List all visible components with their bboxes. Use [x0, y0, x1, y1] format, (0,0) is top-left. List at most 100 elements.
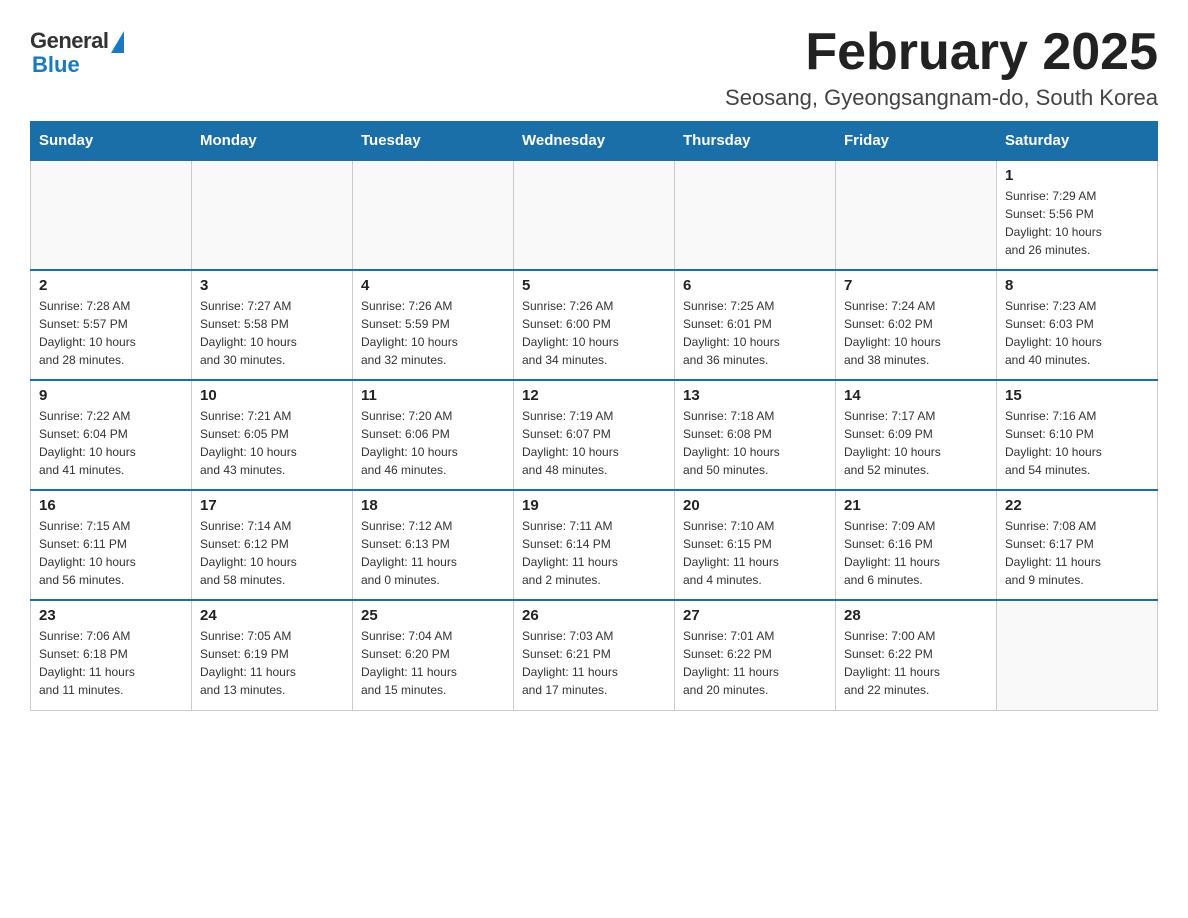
day-info: Sunrise: 7:26 AM Sunset: 5:59 PM Dayligh… — [361, 297, 505, 369]
day-number: 20 — [683, 497, 827, 514]
calendar-cell — [31, 160, 192, 270]
calendar-cell: 9 Sunrise: 7:22 AM Sunset: 6:04 PM Daylig… — [31, 380, 192, 490]
day-number: 19 — [522, 497, 666, 514]
day-number: 8 — [1005, 277, 1149, 294]
calendar-cell: 16Sunrise: 7:15 AM Sunset: 6:11 PM Dayli… — [31, 490, 192, 600]
logo-blue-text: Blue — [30, 52, 80, 78]
calendar-cell: 13 Sunrise: 7:18 AM Sunset: 6:08 PM Dayli… — [675, 380, 836, 490]
calendar-cell — [192, 160, 353, 270]
weekday-header-tuesday: Tuesday — [353, 122, 514, 161]
day-number: 22 — [1005, 497, 1149, 514]
calendar-cell: 18 Sunrise: 7:12 AM Sunset: 6:13 PM Dayli… — [353, 490, 514, 600]
day-info: Sunrise: 7:10 AM Sunset: 6:15 PM Dayligh… — [683, 517, 827, 589]
day-number: 25 — [361, 607, 505, 624]
day-number: 18 — [361, 497, 505, 514]
weekday-header-sunday: Sunday — [31, 122, 192, 161]
day-number: 1 — [1005, 167, 1149, 184]
week-row-0: 1 Sunrise: 7:29 AM Sunset: 5:56 PM Daylig… — [31, 160, 1158, 270]
calendar-cell: 3 Sunrise: 7:27 AM Sunset: 5:58 PM Daylig… — [192, 270, 353, 380]
day-number: 9 — [39, 387, 183, 404]
day-info: Sunrise: 7:28 AM Sunset: 5:57 PM Dayligh… — [39, 297, 183, 369]
day-info: Sunrise: 7:25 AM Sunset: 6:01 PM Dayligh… — [683, 297, 827, 369]
day-number: 6 — [683, 277, 827, 294]
week-row-4: 23 Sunrise: 7:06 AM Sunset: 6:18 PM Dayli… — [31, 600, 1158, 710]
calendar-cell: 15 Sunrise: 7:16 AM Sunset: 6:10 PM Dayli… — [997, 380, 1158, 490]
day-info: Sunrise: 7:00 AM Sunset: 6:22 PM Dayligh… — [844, 627, 988, 699]
day-info: Sunrise: 7:11 AM Sunset: 6:14 PM Dayligh… — [522, 517, 666, 589]
calendar-cell: 21 Sunrise: 7:09 AM Sunset: 6:16 PM Dayli… — [836, 490, 997, 600]
calendar-cell — [675, 160, 836, 270]
calendar-cell: 20 Sunrise: 7:10 AM Sunset: 6:15 PM Dayli… — [675, 490, 836, 600]
calendar-cell — [514, 160, 675, 270]
day-info: Sunrise: 7:21 AM Sunset: 6:05 PM Dayligh… — [200, 407, 344, 479]
day-number: 4 — [361, 277, 505, 294]
calendar-cell: 27 Sunrise: 7:01 AM Sunset: 6:22 PM Dayli… — [675, 600, 836, 710]
day-number: 24 — [200, 607, 344, 624]
day-info: Sunrise: 7:20 AM Sunset: 6:06 PM Dayligh… — [361, 407, 505, 479]
calendar-cell: 23 Sunrise: 7:06 AM Sunset: 6:18 PM Dayli… — [31, 600, 192, 710]
weekday-header-saturday: Saturday — [997, 122, 1158, 161]
week-row-3: 16Sunrise: 7:15 AM Sunset: 6:11 PM Dayli… — [31, 490, 1158, 600]
weekday-header-friday: Friday — [836, 122, 997, 161]
calendar-cell: 28 Sunrise: 7:00 AM Sunset: 6:22 PM Dayli… — [836, 600, 997, 710]
day-info: Sunrise: 7:26 AM Sunset: 6:00 PM Dayligh… — [522, 297, 666, 369]
calendar-cell: 10 Sunrise: 7:21 AM Sunset: 6:05 PM Dayli… — [192, 380, 353, 490]
calendar-cell: 2 Sunrise: 7:28 AM Sunset: 5:57 PM Daylig… — [31, 270, 192, 380]
day-number: 27 — [683, 607, 827, 624]
weekday-header-row: SundayMondayTuesdayWednesdayThursdayFrid… — [31, 122, 1158, 161]
day-info: Sunrise: 7:14 AM Sunset: 6:12 PM Dayligh… — [200, 517, 344, 589]
calendar-cell: 4 Sunrise: 7:26 AM Sunset: 5:59 PM Daylig… — [353, 270, 514, 380]
calendar-cell: 19 Sunrise: 7:11 AM Sunset: 6:14 PM Dayli… — [514, 490, 675, 600]
day-info: Sunrise: 7:05 AM Sunset: 6:19 PM Dayligh… — [200, 627, 344, 699]
day-info: Sunrise: 7:29 AM Sunset: 5:56 PM Dayligh… — [1005, 187, 1149, 259]
calendar-cell — [997, 600, 1158, 710]
logo: General Blue — [30, 28, 124, 78]
subtitle: Seosang, Gyeongsangnam-do, South Korea — [725, 85, 1158, 111]
calendar-cell — [353, 160, 514, 270]
week-row-1: 2 Sunrise: 7:28 AM Sunset: 5:57 PM Daylig… — [31, 270, 1158, 380]
calendar-cell: 24 Sunrise: 7:05 AM Sunset: 6:19 PM Dayli… — [192, 600, 353, 710]
day-info: Sunrise: 7:06 AM Sunset: 6:18 PM Dayligh… — [39, 627, 183, 699]
title-area: February 2025 Seosang, Gyeongsangnam-do,… — [725, 24, 1158, 111]
week-row-2: 9 Sunrise: 7:22 AM Sunset: 6:04 PM Daylig… — [31, 380, 1158, 490]
calendar-cell: 12Sunrise: 7:19 AM Sunset: 6:07 PM Dayli… — [514, 380, 675, 490]
day-info: Sunrise: 7:03 AM Sunset: 6:21 PM Dayligh… — [522, 627, 666, 699]
calendar-cell: 14Sunrise: 7:17 AM Sunset: 6:09 PM Dayli… — [836, 380, 997, 490]
weekday-header-wednesday: Wednesday — [514, 122, 675, 161]
day-info: Sunrise: 7:23 AM Sunset: 6:03 PM Dayligh… — [1005, 297, 1149, 369]
day-number: 3 — [200, 277, 344, 294]
day-info: Sunrise: 7:17 AM Sunset: 6:09 PM Dayligh… — [844, 407, 988, 479]
day-number: 7 — [844, 277, 988, 294]
logo-general-text: General — [30, 28, 108, 54]
weekday-header-thursday: Thursday — [675, 122, 836, 161]
calendar-cell: 11Sunrise: 7:20 AM Sunset: 6:06 PM Dayli… — [353, 380, 514, 490]
day-info: Sunrise: 7:18 AM Sunset: 6:08 PM Dayligh… — [683, 407, 827, 479]
day-info: Sunrise: 7:24 AM Sunset: 6:02 PM Dayligh… — [844, 297, 988, 369]
day-info: Sunrise: 7:01 AM Sunset: 6:22 PM Dayligh… — [683, 627, 827, 699]
day-info: Sunrise: 7:22 AM Sunset: 6:04 PM Dayligh… — [39, 407, 183, 479]
calendar-table: SundayMondayTuesdayWednesdayThursdayFrid… — [30, 121, 1158, 711]
day-info: Sunrise: 7:04 AM Sunset: 6:20 PM Dayligh… — [361, 627, 505, 699]
main-title: February 2025 — [725, 24, 1158, 81]
day-number: 28 — [844, 607, 988, 624]
day-info: Sunrise: 7:27 AM Sunset: 5:58 PM Dayligh… — [200, 297, 344, 369]
day-number: 15 — [1005, 387, 1149, 404]
day-number: 26 — [522, 607, 666, 624]
day-info: Sunrise: 7:09 AM Sunset: 6:16 PM Dayligh… — [844, 517, 988, 589]
day-number: 23 — [39, 607, 183, 624]
day-info: Sunrise: 7:12 AM Sunset: 6:13 PM Dayligh… — [361, 517, 505, 589]
day-number: 17 — [200, 497, 344, 514]
day-number: 13 — [683, 387, 827, 404]
day-number: 21 — [844, 497, 988, 514]
day-number: 10 — [200, 387, 344, 404]
calendar-cell: 22Sunrise: 7:08 AM Sunset: 6:17 PM Dayli… — [997, 490, 1158, 600]
day-number: 16 — [39, 497, 183, 514]
day-number: 2 — [39, 277, 183, 294]
day-info: Sunrise: 7:16 AM Sunset: 6:10 PM Dayligh… — [1005, 407, 1149, 479]
day-number: 5 — [522, 277, 666, 294]
day-info: Sunrise: 7:19 AM Sunset: 6:07 PM Dayligh… — [522, 407, 666, 479]
weekday-header-monday: Monday — [192, 122, 353, 161]
calendar-cell: 7 Sunrise: 7:24 AM Sunset: 6:02 PM Daylig… — [836, 270, 997, 380]
calendar-cell: 6 Sunrise: 7:25 AM Sunset: 6:01 PM Daylig… — [675, 270, 836, 380]
calendar-cell: 5 Sunrise: 7:26 AM Sunset: 6:00 PM Daylig… — [514, 270, 675, 380]
